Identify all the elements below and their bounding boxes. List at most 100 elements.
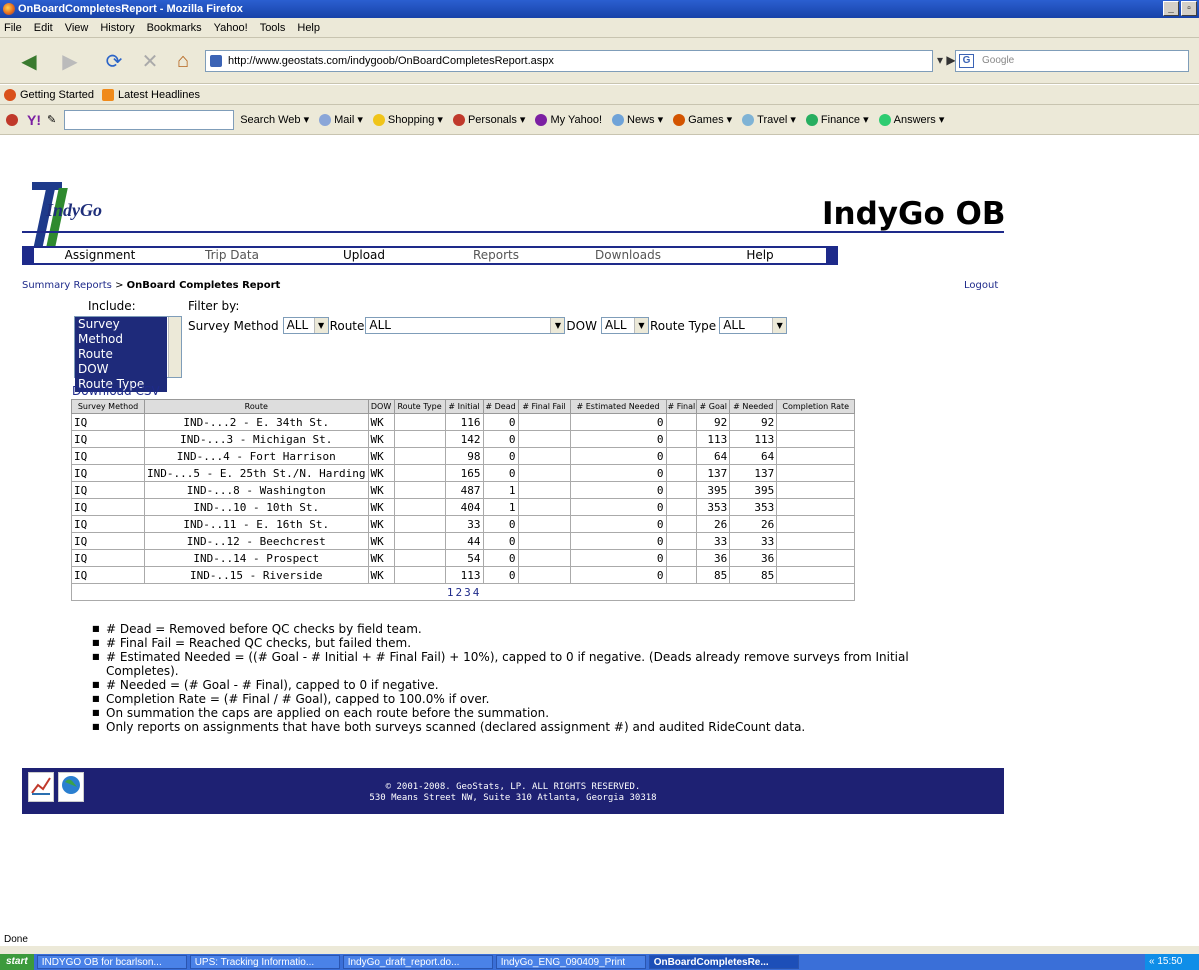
taskbar-item-onboard-report[interactable]: OnBoardCompletesRe... [648, 955, 799, 969]
address-bar[interactable]: http://www.geostats.com/indygoob/OnBoard… [205, 50, 933, 72]
cell-needed: 85 [729, 566, 778, 584]
route-type-select[interactable]: ALL ▼ [719, 317, 788, 334]
cell-route-type [393, 498, 446, 516]
forward-icon[interactable]: ▶ [56, 47, 84, 75]
home-icon[interactable]: ⌂ [170, 47, 196, 75]
cell-needed: 64 [729, 447, 778, 465]
pencil-icon[interactable]: ✎ [47, 113, 56, 126]
tab-upload[interactable]: Upload [298, 248, 430, 263]
bookmark-getting-started[interactable]: Getting Started [20, 89, 94, 101]
window-titlebar: OnBoardCompletesReport - Mozilla Firefox… [0, 0, 1199, 18]
include-option-dow[interactable]: DOW [75, 362, 167, 377]
yahoo-mail[interactable]: Mail ▾ [319, 113, 363, 126]
bookmark-latest-headlines[interactable]: Latest Headlines [118, 89, 200, 101]
yahoo-shopping[interactable]: Shopping ▾ [372, 113, 443, 126]
cell-route: IND-...5 - E. 25th St./N. Harding [144, 464, 369, 482]
yahoo-my-yahoo[interactable]: My Yahoo! [535, 113, 602, 126]
cell-needed: 113 [729, 430, 778, 448]
tab-reports[interactable]: Reports [430, 248, 562, 263]
menu-bookmarks[interactable]: Bookmarks [147, 22, 202, 34]
taskbar-item-ups[interactable]: UPS: Tracking Informatio... [189, 955, 340, 969]
logout-link[interactable]: Logout [964, 280, 998, 291]
menu-tools[interactable]: Tools [260, 22, 286, 34]
yahoo-search-input[interactable] [64, 109, 235, 130]
yahoo-games[interactable]: Games ▾ [673, 113, 732, 126]
download-csv-link[interactable]: Download CSV [72, 384, 160, 398]
menu-help[interactable]: Help [297, 22, 320, 34]
yahoo-logo-icon[interactable]: Y! [27, 112, 41, 128]
tab-help[interactable]: Help [694, 248, 826, 263]
news-icon [612, 113, 625, 126]
survey-method-select[interactable]: ALL ▼ [282, 317, 329, 334]
col-goal[interactable]: # Goal [696, 399, 731, 414]
taskbar-item-indygo-ob[interactable]: INDYGO OB for bcarlson... [36, 955, 187, 969]
include-option-survey-method[interactable]: Survey Method [75, 317, 167, 347]
include-listbox[interactable]: Survey Method Route DOW Route Type [74, 316, 182, 392]
cell-completion-rate [776, 532, 856, 550]
filter-survey-method-label: Survey Method [188, 318, 279, 333]
col-needed[interactable]: # Needed [729, 399, 778, 414]
window-title: OnBoardCompletesReport - Mozilla Firefox [18, 3, 243, 15]
status-text: Done [4, 934, 28, 945]
tab-trip-data[interactable]: Trip Data [166, 248, 298, 263]
yahoo-finance[interactable]: Finance ▾ [805, 113, 869, 126]
back-icon[interactable]: ◀ [14, 47, 44, 75]
col-estimated-needed[interactable]: # Estimated Needed [569, 399, 667, 414]
tab-downloads[interactable]: Downloads [562, 248, 694, 263]
cell-dead: 0 [482, 532, 519, 550]
yahoo-travel[interactable]: Travel ▾ [742, 113, 796, 126]
cell-final-fail [517, 413, 571, 431]
col-dow[interactable]: DOW [367, 399, 395, 414]
col-survey-method[interactable]: Survey Method [71, 399, 145, 414]
search-input[interactable]: G Google [955, 50, 1189, 72]
dow-select[interactable]: ALL ▼ [600, 317, 649, 334]
cell-final-fail [517, 447, 571, 465]
start-button[interactable]: start [0, 954, 34, 970]
page-link-4[interactable]: 4 [473, 586, 480, 599]
taskbar-item-eng-print[interactable]: IndyGo_ENG_090409_Print [495, 955, 646, 969]
cell-estimated-needed: 0 [569, 498, 667, 516]
menu-yahoo[interactable]: Yahoo! [214, 22, 248, 34]
personals-icon [452, 113, 465, 126]
breadcrumb-summary-reports[interactable]: Summary Reports [22, 280, 112, 291]
listbox-scrollbar[interactable] [168, 317, 181, 377]
yahoo-answers[interactable]: Answers ▾ [878, 113, 944, 126]
minimize-button[interactable]: _ [1163, 1, 1179, 16]
col-initial[interactable]: # Initial [444, 399, 484, 414]
stop-icon[interactable]: ✕ [138, 47, 162, 75]
cell-dow: WK [367, 566, 395, 584]
col-final[interactable]: # Final [665, 399, 698, 414]
menu-history[interactable]: History [100, 22, 134, 34]
cell-needed: 92 [729, 413, 778, 431]
reload-icon[interactable]: ⟳ [100, 47, 128, 75]
menu-file[interactable]: File [4, 22, 22, 34]
page-link-2[interactable]: 2 [455, 586, 462, 599]
col-dead[interactable]: # Dead [482, 399, 519, 414]
cell-survey-method: IQ [71, 430, 145, 448]
yahoo-c-icon[interactable] [6, 113, 18, 126]
pager: 1234 [70, 583, 856, 601]
restore-button[interactable]: ▫ [1181, 1, 1197, 16]
menu-view[interactable]: View [65, 22, 89, 34]
cell-route: IND-..15 - Riverside [144, 566, 369, 584]
page-link-3[interactable]: 3 [464, 586, 471, 599]
include-option-route[interactable]: Route [75, 347, 167, 362]
col-route-type[interactable]: Route Type [393, 399, 446, 414]
go-icon[interactable]: ▾ ▶ [937, 53, 956, 67]
yahoo-personals[interactable]: Personals ▾ [452, 113, 525, 126]
route-select[interactable]: ALL ▼ [365, 317, 566, 334]
navigation-toolbar: ◀ ▶ ⟳ ✕ ⌂ http://www.geostats.com/indygo… [0, 38, 1199, 84]
cell-final-fail [517, 430, 571, 448]
taskbar-item-draft-report[interactable]: IndyGo_draft_report.do... [342, 955, 493, 969]
tab-assignment[interactable]: Assignment [34, 248, 166, 263]
menu-edit[interactable]: Edit [34, 22, 53, 34]
breadcrumb-current: OnBoard Completes Report [126, 280, 281, 291]
footer-address: 530 Means Street NW, Suite 310 Atlanta, … [369, 793, 657, 803]
page-link-1[interactable]: 1 [447, 586, 454, 599]
yahoo-search-web[interactable]: Search Web ▾ [240, 113, 309, 127]
yahoo-news[interactable]: News ▾ [612, 113, 663, 126]
col-completion-rate[interactable]: Completion Rate [776, 399, 856, 414]
col-route[interactable]: Route [144, 399, 369, 414]
page-content: IndyGo IndyGo OB Assignment Trip Data Up… [0, 136, 1199, 946]
col-final-fail[interactable]: # Final Fail [517, 399, 571, 414]
